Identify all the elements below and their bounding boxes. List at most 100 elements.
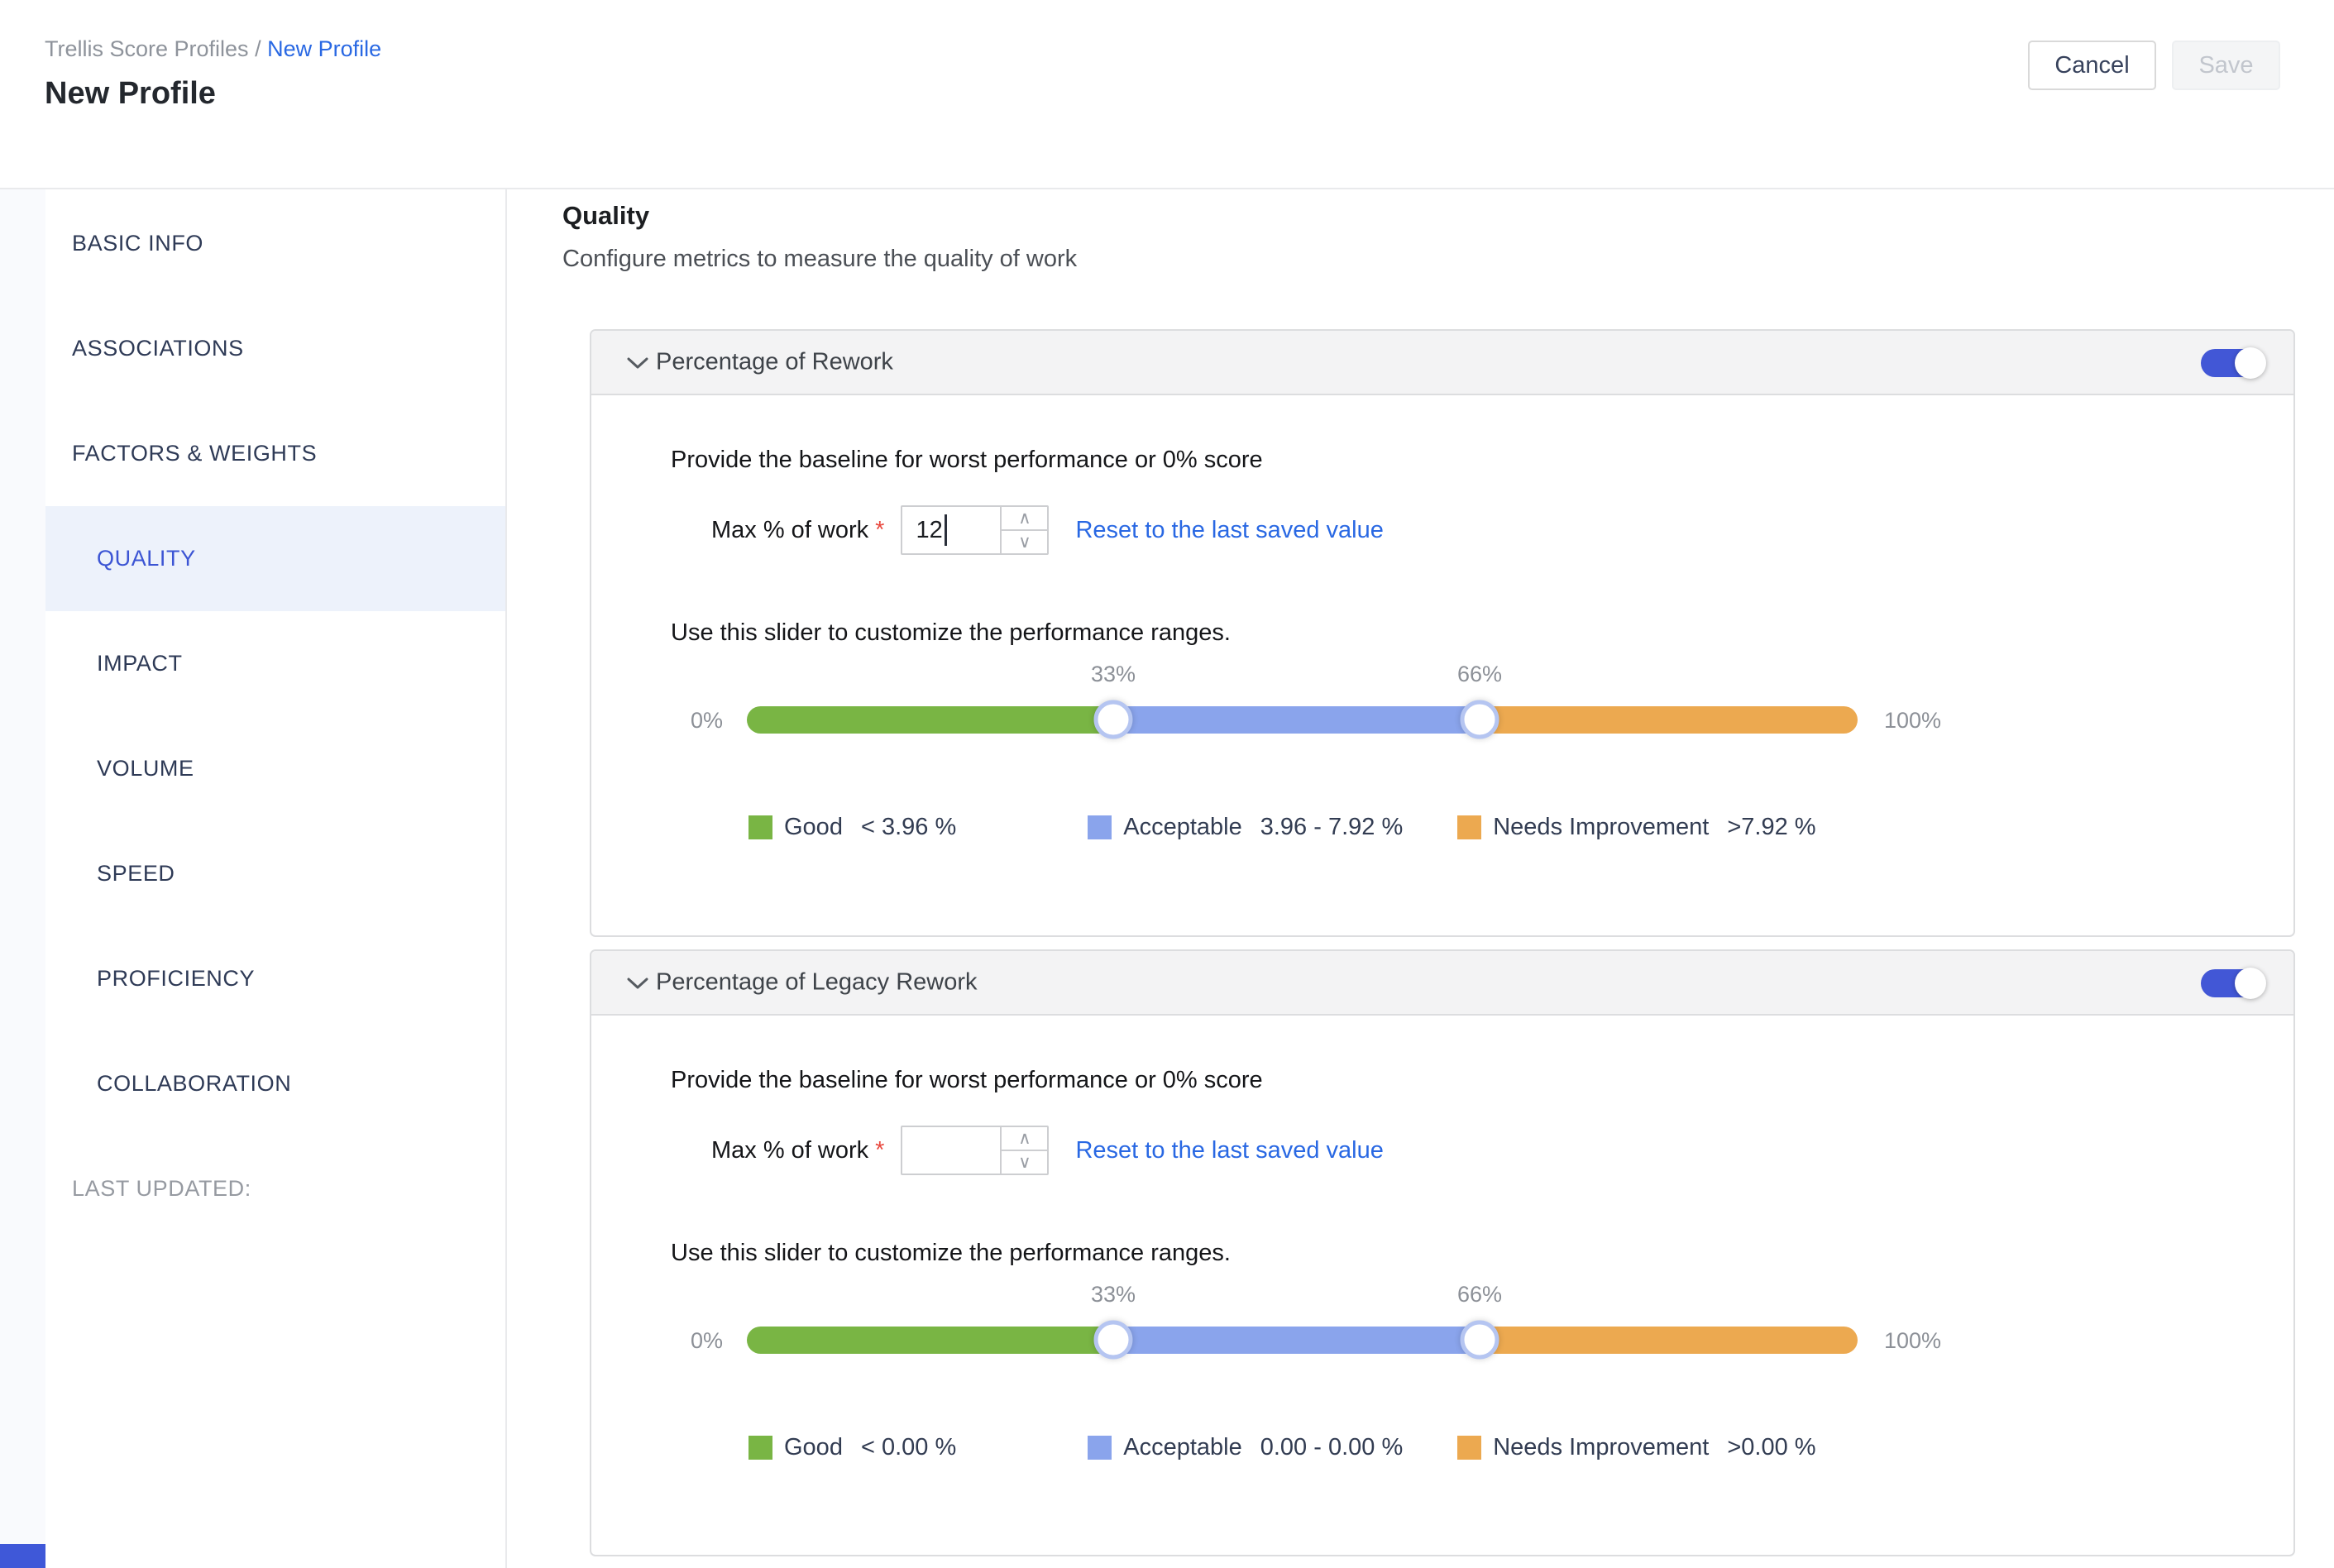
sidebar-item-basic-info[interactable]: BASIC INFO xyxy=(45,191,505,296)
slider-track[interactable] xyxy=(747,706,1858,734)
legend-range: < 3.96 % xyxy=(861,814,956,841)
sidebar-item-speed[interactable]: SPEED xyxy=(45,821,505,926)
slider-max-label: 100% xyxy=(1884,708,1941,734)
slider-segment-needs-improvement xyxy=(1480,1327,1858,1354)
metric-title: Percentage of Legacy Rework xyxy=(656,969,978,997)
spinner-up-button[interactable]: ∧ xyxy=(1002,1127,1047,1151)
sidebar-item-collaboration[interactable]: COLLABORATION xyxy=(45,1031,505,1136)
page-header: Trellis Score Profiles / New Profile New… xyxy=(0,0,2334,189)
acceptable-color-swatch xyxy=(1088,815,1112,839)
slider-handle-1[interactable] xyxy=(1094,1321,1133,1360)
number-spinner: ∧ ∨ xyxy=(1000,507,1047,553)
save-button[interactable]: Save xyxy=(2172,41,2280,90)
spinner-down-button[interactable]: ∨ xyxy=(1002,1151,1047,1174)
header-actions: Cancel Save xyxy=(2028,41,2280,90)
slider-handle-2[interactable] xyxy=(1461,1321,1499,1360)
sidebar-item-factors-weights[interactable]: FACTORS & WEIGHTS xyxy=(45,401,505,506)
slider-min-label: 0% xyxy=(691,708,723,734)
metric-enabled-toggle[interactable] xyxy=(2201,349,2264,377)
metric-title: Percentage of Rework xyxy=(656,349,893,376)
breadcrumb: Trellis Score Profiles / New Profile xyxy=(45,36,381,62)
spinner-down-button[interactable]: ∨ xyxy=(1002,531,1047,553)
sidebar-item-proficiency[interactable]: PROFICIENCY xyxy=(45,926,505,1031)
metric-card-header[interactable]: Percentage of Rework xyxy=(591,331,2293,395)
last-updated-label: LAST UPDATED: xyxy=(45,1136,505,1241)
settings-sidebar: BASIC INFO ASSOCIATIONS FACTORS & WEIGHT… xyxy=(45,189,507,1568)
app-window: Trellis Score Profiles / New Profile New… xyxy=(0,0,2334,1568)
slider-segment-acceptable xyxy=(1113,1327,1480,1354)
slider-segment-good xyxy=(747,706,1113,734)
number-spinner: ∧ ∨ xyxy=(1000,1127,1047,1174)
legend-item-good: Good < 3.96 % xyxy=(749,814,956,841)
legend-name: Good xyxy=(784,1434,843,1461)
handle2-percent-label: 66% xyxy=(1457,1282,1502,1307)
handle2-percent-label: 66% xyxy=(1457,662,1502,687)
slider-track[interactable] xyxy=(747,1327,1858,1354)
chevron-down-icon[interactable] xyxy=(627,977,648,994)
legend-item-good: Good < 0.00 % xyxy=(749,1434,956,1461)
max-percent-label: Max % of work xyxy=(711,1137,868,1164)
slider-instruction: Use this slider to customize the perform… xyxy=(591,619,2293,647)
metric-enabled-toggle[interactable] xyxy=(2201,969,2264,997)
legend-range: < 0.00 % xyxy=(861,1434,956,1461)
sidebar-item-associations[interactable]: ASSOCIATIONS xyxy=(45,296,505,401)
legend-range: 3.96 - 7.92 % xyxy=(1260,814,1404,841)
slider-segment-acceptable xyxy=(1113,706,1480,734)
needs-improvement-color-swatch xyxy=(1457,1436,1481,1460)
metric-card-header[interactable]: Percentage of Legacy Rework xyxy=(591,951,2293,1016)
spinner-up-button[interactable]: ∧ xyxy=(1002,507,1047,531)
text-caret xyxy=(945,514,947,546)
needs-improvement-color-swatch xyxy=(1457,815,1481,839)
sidebar-item-impact[interactable]: IMPACT xyxy=(45,611,505,716)
chevron-down-icon[interactable] xyxy=(627,356,648,374)
cancel-button[interactable]: Cancel xyxy=(2028,41,2156,90)
sidebar-item-volume[interactable]: VOLUME xyxy=(45,716,505,821)
handle1-percent-label: 33% xyxy=(1091,1282,1136,1307)
slider-segment-good xyxy=(747,1327,1113,1354)
range-legend: Good < 3.96 % Acceptable 3.96 - 7.92 % N… xyxy=(591,814,2293,841)
legend-name: Needs Improvement xyxy=(1493,1434,1709,1461)
performance-range-slider: 33% 66% 0% 100% xyxy=(591,647,2293,771)
breadcrumb-separator: / xyxy=(249,36,268,61)
slider-handle-1[interactable] xyxy=(1094,700,1133,739)
left-rail-scroll-thumb[interactable] xyxy=(0,1544,45,1568)
breadcrumb-root[interactable]: Trellis Score Profiles xyxy=(45,36,249,61)
max-percent-label: Max % of work xyxy=(711,517,868,544)
legend-range: 0.00 - 0.00 % xyxy=(1260,1434,1404,1461)
legend-name: Good xyxy=(784,814,843,841)
reset-link[interactable]: Reset to the last saved value xyxy=(1075,517,1383,544)
range-legend: Good < 0.00 % Acceptable 0.00 - 0.00 % N… xyxy=(591,1434,2293,1461)
performance-range-slider: 33% 66% 0% 100% xyxy=(591,1267,2293,1391)
metric-card-percentage-of-legacy-rework: Percentage of Legacy Rework Provide the … xyxy=(590,949,2295,1556)
legend-range: >7.92 % xyxy=(1727,814,1815,841)
metric-card-percentage-of-rework: Percentage of Rework Provide the baselin… xyxy=(590,329,2295,937)
max-percent-input[interactable]: ∧ ∨ xyxy=(901,1126,1049,1175)
max-percent-row: Max % of work * ∧ ∨ Reset to the last sa… xyxy=(591,1126,2293,1175)
left-rail xyxy=(0,189,45,1568)
legend-item-needs-improvement: Needs Improvement >7.92 % xyxy=(1457,814,1815,841)
slider-instruction: Use this slider to customize the perform… xyxy=(591,1240,2293,1267)
legend-name: Acceptable xyxy=(1123,1434,1242,1461)
required-marker: * xyxy=(875,517,884,544)
good-color-swatch xyxy=(749,815,772,839)
legend-range: >0.00 % xyxy=(1727,1434,1815,1461)
reset-link[interactable]: Reset to the last saved value xyxy=(1075,1137,1383,1164)
slider-max-label: 100% xyxy=(1884,1328,1941,1354)
acceptable-color-swatch xyxy=(1088,1436,1112,1460)
toggle-knob xyxy=(2235,968,2266,999)
max-percent-row: Max % of work * 12 ∧ ∨ Reset to the last… xyxy=(591,505,2293,555)
breadcrumb-current[interactable]: New Profile xyxy=(267,36,381,61)
legend-item-acceptable: Acceptable 3.96 - 7.92 % xyxy=(1088,814,1403,841)
slider-handle-2[interactable] xyxy=(1461,700,1499,739)
baseline-instruction: Provide the baseline for worst performan… xyxy=(591,1067,2293,1094)
main-content: Quality Configure metrics to measure the… xyxy=(507,189,2334,1568)
page-title: New Profile xyxy=(45,76,216,112)
page-body: BASIC INFO ASSOCIATIONS FACTORS & WEIGHT… xyxy=(0,189,2334,1568)
max-percent-input[interactable]: 12 ∧ ∨ xyxy=(901,505,1049,555)
sidebar-item-quality[interactable]: QUALITY xyxy=(45,506,505,611)
legend-name: Acceptable xyxy=(1123,814,1242,841)
legend-item-needs-improvement: Needs Improvement >0.00 % xyxy=(1457,1434,1815,1461)
handle1-percent-label: 33% xyxy=(1091,662,1136,687)
slider-min-label: 0% xyxy=(691,1328,723,1354)
toggle-knob xyxy=(2235,347,2266,379)
